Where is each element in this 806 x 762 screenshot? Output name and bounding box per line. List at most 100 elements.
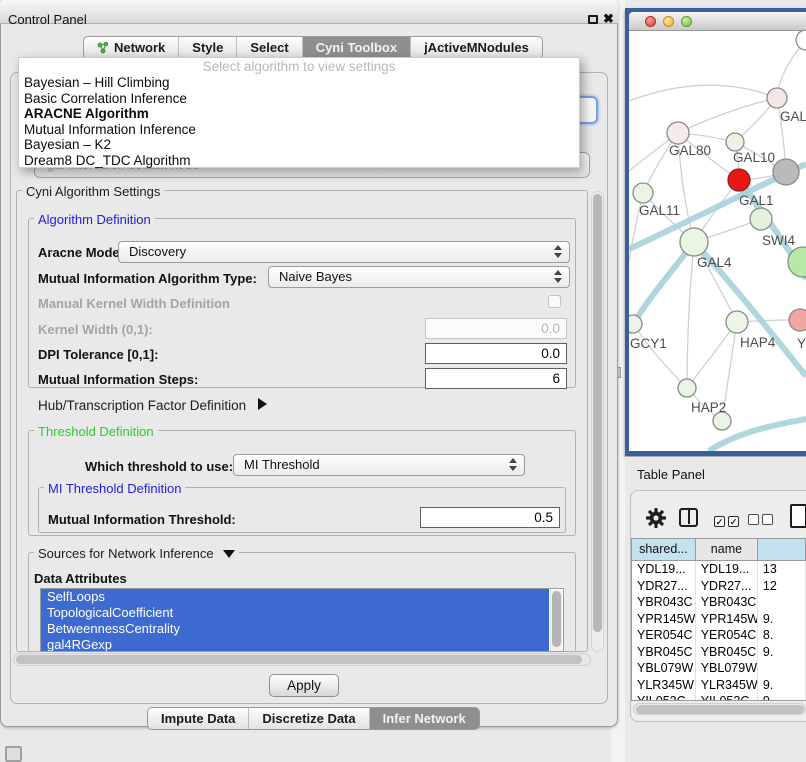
restore-icon[interactable] xyxy=(588,15,598,24)
table-header-row: shared... name xyxy=(632,539,806,561)
zoom-traffic-light-icon[interactable] xyxy=(681,16,692,27)
sources-title[interactable]: Sources for Network Inference xyxy=(34,546,239,561)
mi-algorithm-type-label: Mutual Information Algorithm Type: xyxy=(38,271,257,286)
table-row[interactable]: YBL079WYBL079W xyxy=(632,660,806,677)
node-label: GAL xyxy=(780,109,806,124)
mi-steps-label: Mutual Information Steps: xyxy=(38,372,198,387)
node-swi4[interactable] xyxy=(750,208,772,230)
collapse-arrow-icon[interactable] xyxy=(258,398,267,410)
window-title: Control Panel xyxy=(8,12,87,27)
dpi-tolerance-field[interactable]: 0.0 xyxy=(425,343,567,364)
tab-discretize-data[interactable]: Discretize Data xyxy=(248,708,368,729)
node-gal10[interactable] xyxy=(726,133,744,151)
table-row[interactable]: YLR345WYLR345W9. xyxy=(632,677,806,694)
combo-spinner-icon xyxy=(554,270,562,283)
minimize-traffic-light-icon[interactable] xyxy=(663,16,674,27)
node-label: GAL1 xyxy=(739,193,774,208)
unchecked-boxes-icon[interactable] xyxy=(748,512,776,530)
algorithm-option-selected[interactable]: ARACNE Algorithm xyxy=(19,106,579,122)
table-horizontal-scrollbar[interactable] xyxy=(633,703,806,715)
table-row-clipped[interactable]: YIL052CYIL052C9. xyxy=(632,693,806,701)
column-header-clipped[interactable] xyxy=(758,539,806,560)
node-hap2[interactable] xyxy=(678,379,696,397)
tab-network[interactable]: Network xyxy=(84,37,178,58)
control-panel-titlebar[interactable] xyxy=(0,0,618,24)
tab-jactivemnodules[interactable]: jActiveMNodules xyxy=(410,37,542,58)
list-item[interactable]: gal4RGexp xyxy=(41,637,549,652)
which-threshold-label: Which threshold to use: xyxy=(85,459,233,474)
node[interactable] xyxy=(789,309,806,331)
node-gal4[interactable] xyxy=(680,228,708,256)
tab-cyni-toolbox[interactable]: Cyni Toolbox xyxy=(302,37,410,58)
node-gal1[interactable] xyxy=(728,169,750,191)
node[interactable] xyxy=(773,159,799,185)
table-row[interactable]: YBR045CYBR045C9. xyxy=(632,644,806,661)
network-window-titlebar[interactable] xyxy=(629,12,806,31)
new-document-icon[interactable] xyxy=(790,504,806,528)
apply-button[interactable]: Apply xyxy=(269,674,339,697)
algorithm-option[interactable]: Basic Correlation Inference xyxy=(19,91,579,107)
list-scrollbar[interactable] xyxy=(550,590,562,652)
settings-vertical-scrollbar[interactable] xyxy=(591,191,604,652)
algorithm-option[interactable]: Dream8 DC_TDC Algorithm xyxy=(19,153,579,169)
algorithm-option[interactable]: Bayesian – Hill Climbing xyxy=(19,75,579,91)
network-tab-icon xyxy=(97,42,109,54)
node[interactable] xyxy=(767,88,787,108)
settings-horizontal-scrollbar[interactable] xyxy=(13,653,591,666)
table-row[interactable]: YDR27...YDR27...12 xyxy=(632,578,806,595)
algorithm-option[interactable]: Mutual Information Inference xyxy=(19,122,579,138)
node[interactable] xyxy=(796,31,806,50)
tab-select[interactable]: Select xyxy=(236,37,301,58)
list-item[interactable]: TopologicalCoefficient xyxy=(41,605,549,621)
data-attributes-label: Data Attributes xyxy=(34,571,127,586)
mi-algorithm-type-combo[interactable]: Naive Bayes xyxy=(268,266,570,288)
column-header-name[interactable]: name xyxy=(696,539,758,560)
gear-icon[interactable] xyxy=(645,507,667,534)
hub-definition-toggle[interactable]: Hub/Transcription Factor Definition xyxy=(38,398,267,413)
node-gal80[interactable] xyxy=(667,122,689,144)
node-gcy1[interactable] xyxy=(629,315,642,333)
mi-threshold-field[interactable]: 0.5 xyxy=(420,507,560,528)
node-hap4[interactable] xyxy=(726,311,748,333)
tab-style[interactable]: Style xyxy=(178,37,236,58)
aracne-mode-combo[interactable]: Discovery xyxy=(118,241,570,263)
columns-icon[interactable] xyxy=(679,508,698,527)
tab-infer-network[interactable]: Infer Network xyxy=(369,708,479,729)
kernel-width-field[interactable]: 0.0 xyxy=(425,318,567,339)
network-canvas[interactable]: GAL GAL80 GAL10 GAL1 GAL11 SWI4 GAL4 GCY… xyxy=(629,31,806,451)
data-attributes-list[interactable]: SelfLoops TopologicalCoefficient Between… xyxy=(40,588,564,652)
scrollbar-thumb[interactable] xyxy=(16,655,582,664)
scrollbar-thumb[interactable] xyxy=(552,591,561,647)
node-gal11[interactable] xyxy=(633,183,653,203)
column-header-shared[interactable]: shared... xyxy=(632,539,696,560)
algorithm-dropdown-list: Select algorithm to view settings Bayesi… xyxy=(18,57,580,168)
table-row[interactable]: YDL19...YDL19...13 xyxy=(632,561,806,578)
algorithm-option[interactable]: Bayesian – K2 xyxy=(19,137,579,153)
node-label: HAP4 xyxy=(740,335,776,350)
node-label: GAL10 xyxy=(733,150,775,165)
node-attribute-table[interactable]: shared... name YDL19...YDL19...13 YDR27.… xyxy=(631,538,806,701)
manual-kernel-width-checkbox[interactable] xyxy=(548,295,561,308)
scrollbar-thumb[interactable] xyxy=(636,705,804,714)
node-label: GAL80 xyxy=(669,143,711,158)
tab-label: Network xyxy=(114,37,165,58)
expand-arrow-icon[interactable] xyxy=(223,550,235,558)
list-item[interactable]: SelfLoops xyxy=(41,589,549,605)
close-icon[interactable]: ✖ xyxy=(603,11,614,27)
checked-boxes-icon[interactable]: ✓✓ xyxy=(714,512,742,530)
close-traffic-light-icon[interactable] xyxy=(645,16,656,27)
node-label: GAL4 xyxy=(697,255,732,270)
list-item[interactable]: BetweennessCentrality xyxy=(41,621,549,637)
mi-steps-field[interactable]: 6 xyxy=(425,368,567,389)
scrollbar-thumb[interactable] xyxy=(593,194,602,632)
table-row[interactable]: YER054CYER054C8. xyxy=(632,627,806,644)
which-threshold-combo[interactable]: MI Threshold xyxy=(233,454,525,476)
dpi-tolerance-label: DPI Tolerance [0,1]: xyxy=(38,347,158,362)
table-row[interactable]: YBR043CYBR043C xyxy=(632,594,806,611)
node-label: SWI4 xyxy=(762,233,795,248)
cyni-subtabs: Impute Data Discretize Data Infer Networ… xyxy=(147,707,480,730)
mi-threshold-label: Mutual Information Threshold: xyxy=(48,512,236,527)
tab-impute-data[interactable]: Impute Data xyxy=(148,708,248,729)
float-panel-icon[interactable] xyxy=(5,746,22,762)
table-row[interactable]: YPR145WYPR145W9. xyxy=(632,611,806,628)
